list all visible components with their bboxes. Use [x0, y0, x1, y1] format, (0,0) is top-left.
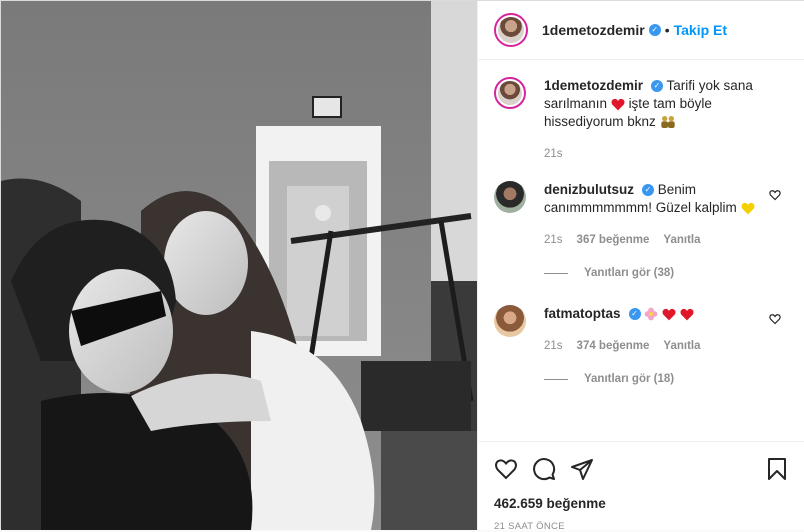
comment-likes[interactable]: 367 beğenme: [577, 231, 650, 249]
verified-badge-icon: ✓: [628, 308, 641, 321]
verified-badge-icon: ✓: [648, 24, 661, 36]
yellow-heart-emoji-icon: [741, 202, 755, 215]
view-replies-button[interactable]: Yanıtları gör (38): [544, 267, 789, 279]
comment-meta: 21s 374 beğenme Yanıtla: [544, 337, 761, 355]
verified-badge-icon: ✓: [651, 80, 664, 93]
comment-time[interactable]: 21s: [544, 337, 563, 355]
commenter-avatar[interactable]: [494, 181, 526, 213]
likes-count[interactable]: 462.659 beğenme: [494, 496, 789, 511]
post-timestamp[interactable]: 21 SAAT ÖNCE: [494, 521, 789, 532]
commenter-username[interactable]: fatmatoptas: [544, 306, 621, 321]
comments-section[interactable]: 1demetozdemir ✓ Tarifi yok sana sarılmanı…: [478, 61, 804, 439]
caption-meta: 21s: [544, 145, 761, 163]
like-heart-icon[interactable]: [494, 457, 518, 481]
red-heart-emoji-icon: [662, 308, 676, 321]
caption-avatar[interactable]: [494, 77, 526, 109]
comment-bubble-icon[interactable]: [532, 457, 556, 481]
follow-button[interactable]: Takip Et: [674, 22, 727, 38]
comment-item: fatmatoptas ✓ 21s 374 beğenme Yanıtla: [494, 305, 789, 355]
caption-username[interactable]: 1demetozdemir: [544, 78, 643, 93]
pink-flower-emoji-icon: [644, 308, 658, 321]
comment-likes[interactable]: 374 beğenme: [577, 337, 650, 355]
verified-badge-icon: ✓: [642, 184, 654, 197]
commenter-username[interactable]: denizbulutsuz: [544, 182, 634, 197]
reply-button[interactable]: Yanıtla: [663, 337, 700, 355]
photo-illustration: [1, 1, 477, 530]
view-replies-line: [544, 272, 568, 274]
instagram-post: 1demetozdemir ✓ • Takip Et 1demetozdemir…: [0, 0, 804, 532]
reply-button[interactable]: Yanıtla: [663, 231, 700, 249]
comment-like-heart-icon[interactable]: [769, 189, 781, 201]
post-photo[interactable]: [1, 1, 477, 530]
two-people-emoji-icon: [660, 116, 675, 129]
author-username[interactable]: 1demetozdemir: [542, 22, 645, 38]
view-replies-label: Yanıtları gör (38): [584, 267, 675, 279]
action-bar: [494, 454, 789, 484]
comment-time[interactable]: 21s: [544, 231, 563, 249]
author-avatar[interactable]: [494, 13, 528, 47]
share-paper-plane-icon[interactable]: [570, 457, 594, 481]
comment-meta: 21s 367 beğenme Yanıtla: [544, 231, 761, 249]
commenter-avatar[interactable]: [494, 305, 526, 337]
view-replies-line: [544, 378, 568, 380]
caption-time[interactable]: 21s: [544, 145, 563, 163]
separator-dot: •: [664, 22, 670, 38]
post-footer: 462.659 beğenme 21 SAAT ÖNCE: [478, 441, 804, 532]
red-heart-emoji-icon: [680, 308, 694, 321]
view-replies-button[interactable]: Yanıtları gör (18): [544, 373, 789, 385]
post-side-panel: 1demetozdemir ✓ • Takip Et 1demetozdemir…: [477, 1, 804, 532]
caption: 1demetozdemir ✓ Tarifi yok sana sarılmanı…: [494, 77, 789, 163]
comment-like-heart-icon[interactable]: [769, 313, 781, 325]
post-header: 1demetozdemir ✓ • Takip Et: [478, 1, 804, 60]
view-replies-label: Yanıtları gör (18): [584, 373, 675, 385]
comment-item: denizbulutsuz ✓ Benim canımmmmmmm! Güzel …: [494, 181, 789, 249]
save-bookmark-icon[interactable]: [765, 457, 789, 481]
red-heart-emoji-icon: [611, 98, 625, 111]
